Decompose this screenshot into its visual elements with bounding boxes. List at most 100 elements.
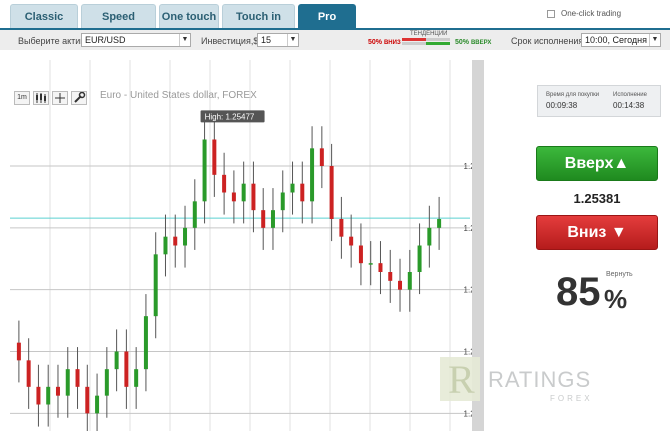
crosshair-icon[interactable] — [52, 91, 68, 105]
trend-down: 50% ВНИЗ — [368, 39, 401, 46]
candle — [222, 174, 227, 193]
price-chart[interactable]: 1.25441.25371.25301.25231.2516High: 1.25… — [10, 60, 489, 431]
trend-up: 50% ВВЕРХ — [455, 39, 491, 46]
tab-classic-time[interactable]: Classic Time — [10, 4, 78, 47]
candle — [290, 183, 295, 193]
current-price: 1.25381 — [573, 191, 621, 206]
call-up-button[interactable]: Вверх▲ — [536, 146, 658, 181]
candle — [319, 148, 324, 166]
controls-bar: Выберите актив EUR/USD ▼ Инвестиция,$ 15… — [0, 28, 670, 50]
tab-one-touch[interactable]: One touch — [159, 4, 219, 28]
trend-up-label: ВВЕРХ — [470, 40, 492, 46]
candle — [65, 369, 70, 396]
arrow-up-icon: ▲ — [613, 155, 630, 172]
expiry-value: 10:00, Сегодня — [585, 35, 648, 45]
payout-label: Вернуть — [606, 271, 633, 278]
expire-time: Исполнение 00:14:38 — [613, 92, 670, 110]
candle — [329, 166, 334, 219]
candle — [251, 183, 256, 211]
candle — [407, 272, 412, 290]
ratings-logo: R RATINGS FOREX — [440, 357, 590, 403]
asset-value: EUR/USD — [85, 35, 126, 45]
trend-down-pct: 50% — [368, 39, 383, 46]
candle — [437, 219, 442, 228]
svg-text:FOREX: FOREX — [550, 394, 590, 403]
candle — [358, 245, 363, 264]
tab-touch-in-time[interactable]: Touch in Time — [222, 4, 295, 47]
candle — [368, 263, 373, 265]
timeframe-button[interactable]: 1m — [14, 91, 30, 105]
candle — [202, 139, 207, 202]
buy-time-label: Время для покупки — [546, 92, 600, 98]
candle — [16, 342, 21, 361]
candle — [163, 236, 168, 255]
one-click-trading[interactable]: One-click trading — [547, 9, 621, 18]
tab-bar: Classic Time Speed Trading One touch Tou… — [0, 0, 670, 47]
buy-time-value: 00:09:38 — [546, 101, 578, 110]
candle — [75, 369, 80, 387]
candle — [231, 192, 236, 202]
candle — [388, 272, 393, 281]
candle — [95, 395, 100, 414]
svg-text:RATINGS: RATINGS — [488, 367, 590, 392]
candle — [378, 263, 383, 272]
investment-select[interactable]: 15 ▼ — [257, 33, 299, 47]
chevron-down-icon: ▼ — [179, 34, 190, 46]
tab-pro-master[interactable]: Pro Master — [298, 4, 356, 47]
candle — [183, 227, 188, 246]
trend-up-pct: 50% — [455, 39, 470, 46]
call-up-label: Вверх — [564, 155, 614, 172]
chevron-down-icon: ▼ — [649, 34, 660, 46]
chevron-down-icon: ▼ — [287, 34, 298, 46]
candle — [261, 210, 266, 228]
candle — [46, 386, 51, 405]
high-label: High: 1.25477 — [205, 112, 255, 121]
candle — [192, 201, 197, 228]
candle — [114, 351, 119, 370]
candle — [280, 192, 285, 211]
candle — [427, 227, 432, 246]
expiry-label: Срок исполнения: — [511, 36, 586, 46]
investment-label: Инвестиция,$ — [201, 36, 259, 46]
candle — [134, 369, 139, 387]
one-click-label: One-click trading — [561, 9, 622, 18]
candle — [55, 386, 60, 396]
candle — [270, 210, 275, 228]
trend-indicator — [402, 38, 450, 45]
put-down-button[interactable]: Вниз ▼ — [536, 215, 658, 250]
chart-toolbar: 1m — [14, 91, 87, 105]
wrench-icon[interactable] — [71, 91, 87, 105]
chart-title: Euro - United States dollar, FOREX — [100, 90, 257, 101]
candle — [300, 183, 305, 202]
candle — [212, 139, 217, 175]
candle — [398, 280, 403, 290]
candle — [339, 219, 344, 237]
candle — [36, 386, 41, 405]
buy-time: Время для покупки 00:09:38 — [546, 92, 606, 110]
expiry-select[interactable]: 10:00, Сегодня ▼ — [581, 33, 661, 47]
candle — [104, 369, 109, 396]
trend-down-label: ВНИЗ — [383, 40, 401, 46]
payout-sign: % — [604, 284, 628, 314]
candle — [310, 148, 315, 202]
candle — [85, 386, 90, 414]
expire-time-label: Исполнение — [613, 92, 647, 98]
candle — [26, 360, 31, 387]
candle — [241, 183, 246, 202]
candlestick-chart: 1.25441.25371.25301.25231.2516High: 1.25… — [10, 60, 489, 431]
one-click-checkbox[interactable] — [547, 9, 555, 18]
candle — [124, 351, 129, 387]
candles-icon[interactable] — [33, 91, 49, 105]
put-down-label: Вниз — [567, 224, 607, 241]
asset-select[interactable]: EUR/USD ▼ — [81, 33, 191, 47]
candle — [349, 236, 354, 246]
candle — [417, 245, 422, 272]
candle — [153, 254, 158, 317]
candle — [143, 316, 148, 370]
trend-title: ТЕНДЕНЦИИ — [410, 31, 448, 37]
arrow-down-icon: ▼ — [610, 224, 627, 241]
payout-block: 85 % Вернуть — [556, 266, 656, 316]
tab-speed-trading[interactable]: Speed Trading — [81, 4, 156, 47]
expire-time-value: 00:14:38 — [613, 101, 645, 110]
asset-label: Выберите актив — [18, 36, 86, 46]
